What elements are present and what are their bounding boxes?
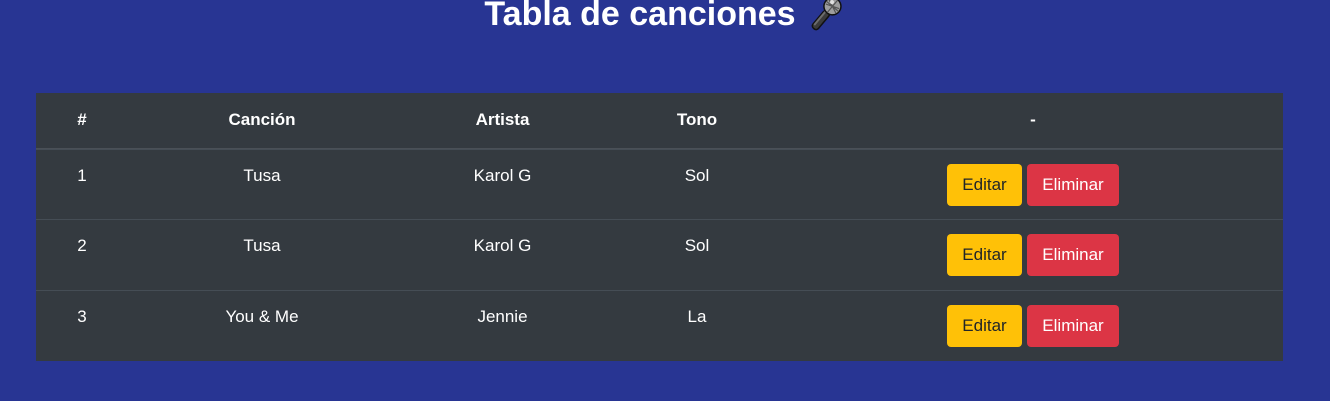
row-artist: Karol G — [473, 236, 532, 255]
table-header: # Canción Artista Tono - — [36, 93, 1283, 150]
edit-button[interactable]: Editar — [947, 234, 1022, 276]
table-row: 2 Tusa Karol G Sol Editar Eliminar — [36, 219, 1283, 290]
row-number: 1 — [77, 166, 87, 185]
row-song: You & Me — [225, 307, 299, 326]
row-artist: Karol G — [473, 166, 532, 185]
microphone-icon — [806, 0, 846, 34]
header-song: Canción — [228, 110, 296, 129]
header-tone: Tono — [676, 110, 718, 129]
row-tone: La — [687, 307, 707, 326]
row-artist: Jennie — [477, 307, 528, 326]
header-actions: - — [1030, 110, 1036, 129]
songs-table: # Canción Artista Tono - 1 Tusa Karol G … — [36, 93, 1283, 361]
row-song: Tusa — [243, 166, 281, 185]
page-title: Tabla de canciones — [0, 0, 1330, 36]
table-row: 3 You & Me Jennie La Editar Eliminar — [36, 290, 1283, 361]
row-number: 3 — [77, 307, 87, 326]
delete-button[interactable]: Eliminar — [1027, 234, 1119, 276]
header-number: # — [77, 110, 87, 129]
page-title-text: Tabla de canciones — [484, 0, 796, 34]
header-artist: Artista — [475, 110, 530, 129]
delete-button[interactable]: Eliminar — [1027, 164, 1119, 206]
table-row: 1 Tusa Karol G Sol Editar Eliminar — [36, 149, 1283, 220]
row-number: 2 — [77, 236, 87, 255]
row-song: Tusa — [243, 236, 281, 255]
delete-button[interactable]: Eliminar — [1027, 305, 1119, 347]
edit-button[interactable]: Editar — [947, 164, 1022, 206]
row-tone: Sol — [684, 236, 710, 255]
edit-button[interactable]: Editar — [947, 305, 1022, 347]
row-tone: Sol — [684, 166, 710, 185]
